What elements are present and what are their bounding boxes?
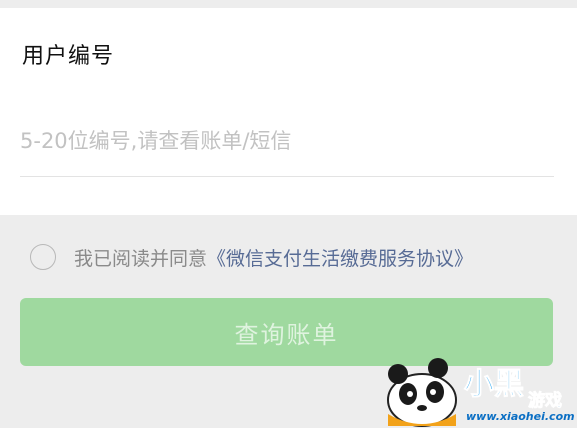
input-underline	[20, 176, 554, 177]
agreement-text: 我已阅读并同意	[74, 247, 208, 270]
agreement-link[interactable]: 《微信支付生活缴费服务协议》	[207, 244, 473, 271]
agreement-radio[interactable]	[30, 244, 56, 270]
svg-text:游戏: 游戏	[528, 390, 562, 411]
user-number-form-card: 用户编号	[0, 8, 577, 215]
svg-text:小黑: 小黑	[464, 367, 524, 402]
user-number-label: 用户编号	[22, 44, 115, 69]
xiaohei-logo-text: 小黑 游戏	[464, 367, 563, 412]
watermark-site-text: www.xiaohei.com	[466, 410, 575, 423]
top-strip	[0, 0, 577, 8]
agreement-row: 我已阅读并同意 《微信支付生活缴费服务协议》	[30, 240, 473, 274]
panda-mascot-icon	[387, 358, 457, 427]
user-number-input[interactable]	[20, 118, 554, 164]
